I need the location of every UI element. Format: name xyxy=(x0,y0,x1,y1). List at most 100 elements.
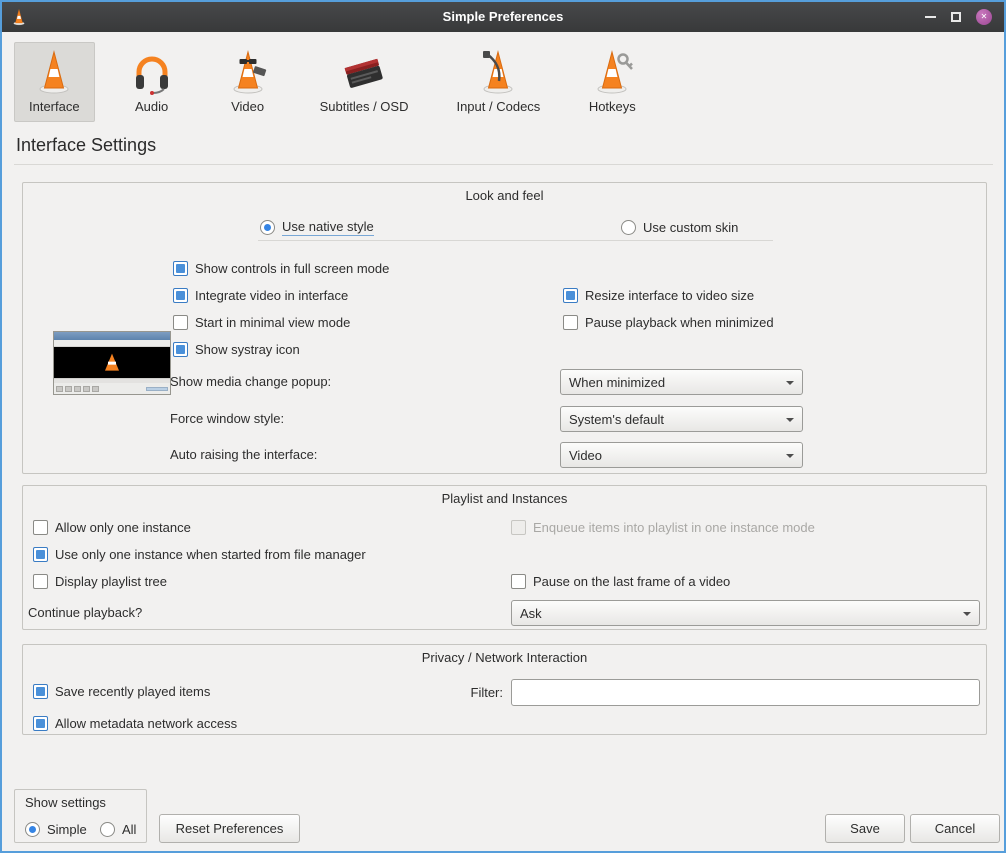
checkbox-box xyxy=(33,547,48,562)
vlc-cone-icon xyxy=(10,8,28,26)
preview-volume xyxy=(146,387,168,391)
continue-playback-label: Continue playback? xyxy=(28,600,142,626)
groupbox-title: Privacy / Network Interaction xyxy=(23,650,986,665)
select-value: When minimized xyxy=(569,375,665,390)
checkbox-label: Start in minimal view mode xyxy=(195,315,350,330)
close-button[interactable]: ✕ xyxy=(976,9,992,25)
tab-label: Video xyxy=(231,99,264,114)
checkbox-allow-one-instance[interactable]: Allow only one instance xyxy=(33,519,191,535)
titlebar[interactable]: Simple Preferences ✕ xyxy=(2,2,1004,32)
chevron-down-icon xyxy=(786,418,794,426)
chevron-down-icon xyxy=(786,381,794,389)
checkbox-label: Display playlist tree xyxy=(55,574,167,589)
select-value: System's default xyxy=(569,412,664,427)
radio-row-separator xyxy=(258,240,773,241)
radio-simple[interactable]: Simple xyxy=(25,821,87,837)
close-icon: ✕ xyxy=(981,13,988,21)
hotkeys-icon xyxy=(588,48,636,96)
chevron-down-icon xyxy=(963,612,971,620)
checkbox-box xyxy=(33,520,48,535)
checkbox-integrate-video[interactable]: Integrate video in interface xyxy=(173,287,348,303)
radio-all[interactable]: All xyxy=(100,821,136,837)
reset-preferences-button[interactable]: Reset Preferences xyxy=(159,814,300,843)
checkbox-resize-interface[interactable]: Resize interface to video size xyxy=(563,287,754,303)
radio-use-custom-skin[interactable]: Use custom skin xyxy=(621,219,738,235)
checkbox-show-controls-fullscreen[interactable]: Show controls in full screen mode xyxy=(173,260,389,276)
preview-controls xyxy=(54,383,170,394)
checkbox-box xyxy=(563,288,578,303)
tab-label: Input / Codecs xyxy=(456,99,540,114)
checkbox-label: Pause playback when minimized xyxy=(585,315,774,330)
cancel-button[interactable]: Cancel xyxy=(910,814,1000,843)
show-settings-title: Show settings xyxy=(25,795,106,810)
radio-use-native-style[interactable]: Use native style xyxy=(260,219,374,235)
force-window-style-label: Force window style: xyxy=(170,406,284,432)
tab-input-codecs[interactable]: Input / Codecs xyxy=(441,42,555,122)
groupbox-title: Look and feel xyxy=(23,188,986,203)
media-change-popup-select[interactable]: When minimized xyxy=(560,369,803,395)
filter-label: Filter: xyxy=(443,679,503,706)
minimize-button[interactable] xyxy=(925,16,936,18)
checkbox-start-minimal-view[interactable]: Start in minimal view mode xyxy=(173,314,350,330)
window-title: Simple Preferences xyxy=(2,2,1004,32)
filter-input[interactable] xyxy=(511,679,980,706)
chevron-down-icon xyxy=(786,454,794,462)
radio-circle xyxy=(25,822,40,837)
tab-label: Subtitles / OSD xyxy=(320,99,409,114)
checkbox-box xyxy=(173,342,188,357)
radio-label: Use custom skin xyxy=(643,220,738,235)
radio-circle xyxy=(260,220,275,235)
checkbox-box xyxy=(173,288,188,303)
tab-label: Interface xyxy=(29,99,80,114)
tab-interface[interactable]: Interface xyxy=(14,42,95,122)
playlist-instances-groupbox: Playlist and Instances Allow only one in… xyxy=(22,485,987,630)
tab-label: Audio xyxy=(135,99,168,114)
radio-label: All xyxy=(122,822,136,837)
checkbox-box xyxy=(511,574,526,589)
save-button[interactable]: Save xyxy=(825,814,905,843)
tab-subtitles-osd[interactable]: Subtitles / OSD xyxy=(305,42,424,122)
tab-audio[interactable]: Audio xyxy=(113,42,191,122)
checkbox-box xyxy=(33,716,48,731)
checkbox-one-instance-file-manager[interactable]: Use only one instance when started from … xyxy=(33,546,366,562)
radio-circle xyxy=(100,822,115,837)
checkbox-box xyxy=(563,315,578,330)
checkbox-show-systray-icon[interactable]: Show systray icon xyxy=(173,341,300,357)
checkbox-pause-last-frame[interactable]: Pause on the last frame of a video xyxy=(511,573,730,589)
groupbox-title: Playlist and Instances xyxy=(23,491,986,506)
show-settings-groupbox: Show settings Simple All xyxy=(14,789,147,843)
checkbox-save-recently-played[interactable]: Save recently played items xyxy=(33,683,210,699)
checkbox-label: Save recently played items xyxy=(55,684,210,699)
checkbox-label: Enqueue items into playlist in one insta… xyxy=(533,520,815,535)
force-window-style-select[interactable]: System's default xyxy=(560,406,803,432)
preferences-category-toolbar: Interface Audio Video xyxy=(14,42,651,122)
restore-button[interactable] xyxy=(951,12,961,22)
checkbox-label: Allow only one instance xyxy=(55,520,191,535)
vlc-preview-thumbnail xyxy=(53,331,171,395)
auto-raising-label: Auto raising the interface: xyxy=(170,442,317,468)
checkbox-label: Pause on the last frame of a video xyxy=(533,574,730,589)
checkbox-box xyxy=(173,315,188,330)
radio-circle xyxy=(621,220,636,235)
preview-menubar xyxy=(54,340,170,347)
checkbox-display-playlist-tree[interactable]: Display playlist tree xyxy=(33,573,167,589)
vlc-cone-icon xyxy=(105,353,119,370)
radio-label: Simple xyxy=(47,822,87,837)
checkbox-box xyxy=(511,520,526,535)
continue-playback-select[interactable]: Ask xyxy=(511,600,980,626)
look-and-feel-groupbox: Look and feel Use native style Use custo… xyxy=(22,182,987,474)
checkbox-label: Allow metadata network access xyxy=(55,716,237,731)
tab-hotkeys[interactable]: Hotkeys xyxy=(573,42,651,122)
vlc-cone-icon xyxy=(30,48,78,96)
simple-preferences-window: Simple Preferences ✕ Interface Audio xyxy=(0,0,1006,853)
tab-video[interactable]: Video xyxy=(209,42,287,122)
checkbox-enqueue-items: Enqueue items into playlist in one insta… xyxy=(511,519,815,535)
checkbox-label: Show systray icon xyxy=(195,342,300,357)
page-title: Interface Settings xyxy=(16,135,156,156)
auto-raising-select[interactable]: Video xyxy=(560,442,803,468)
checkbox-label: Use only one instance when started from … xyxy=(55,547,366,562)
checkbox-allow-metadata-access[interactable]: Allow metadata network access xyxy=(33,715,237,731)
window-controls: ✕ xyxy=(925,9,1004,25)
checkbox-box xyxy=(33,574,48,589)
checkbox-pause-when-minimized[interactable]: Pause playback when minimized xyxy=(563,314,774,330)
